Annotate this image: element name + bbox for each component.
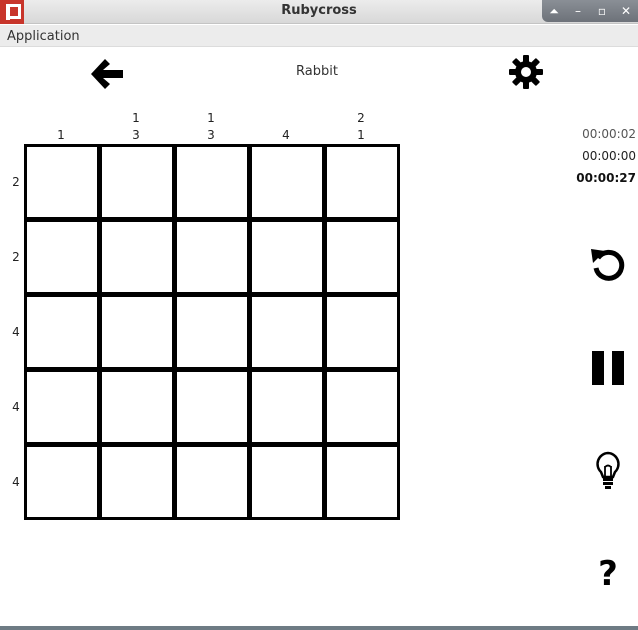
grid-cell[interactable] [327,147,397,217]
row-clue: 2 [12,175,20,189]
row-clue: 4 [12,325,20,339]
clue-number: 3 [207,128,215,142]
grid-cell[interactable] [102,147,172,217]
pause-icon [592,351,624,385]
column-clue: 1 [24,110,98,144]
grid-cell[interactable] [27,297,97,367]
grid-cell[interactable] [327,297,397,367]
clue-number: 2 [357,111,365,125]
grid-cell[interactable] [177,372,247,442]
pause-button[interactable] [586,346,630,390]
timer-secondary: 00:00:00 [582,149,636,163]
clue-number: 1 [132,111,140,125]
hint-button[interactable] [586,448,630,492]
back-button[interactable] [86,54,128,94]
grid-cell[interactable] [252,147,322,217]
column-clue: 1 3 [174,110,248,144]
help-button[interactable]: ? [586,552,630,596]
question-mark-icon: ? [598,554,618,594]
grid-cell[interactable] [102,297,172,367]
row-clue: 4 [12,475,20,489]
grid-cell[interactable] [252,297,322,367]
timer-primary: 00:00:02 [582,127,636,141]
menu-bar: Application [0,25,638,47]
reset-button[interactable] [586,242,630,286]
grid-cell[interactable] [27,372,97,442]
grid-cell[interactable] [177,447,247,517]
grid-cell[interactable] [327,222,397,292]
window-close-button[interactable]: ✕ [617,5,635,17]
column-clue: 1 3 [99,110,173,144]
row-clue: 2 [12,250,20,264]
grid-cell[interactable] [177,147,247,217]
window-bottom-border [0,626,638,630]
undo-icon [591,249,625,281]
grid-cell[interactable] [252,447,322,517]
grid-cell[interactable] [327,447,397,517]
clue-number: 1 [207,111,215,125]
grid-cell[interactable] [27,222,97,292]
menu-application[interactable]: Application [7,29,80,44]
window-shade-button[interactable]: ⏶ [545,5,563,17]
clue-number: 1 [57,128,65,142]
row-clue: 4 [12,400,20,414]
grid-cell[interactable] [102,372,172,442]
window-controls: ⏶ – ▫ ✕ [542,0,638,22]
settings-button[interactable] [506,52,546,92]
column-clue: 2 1 [324,110,398,144]
gear-icon [509,55,543,89]
grid-cell[interactable] [177,222,247,292]
grid-cell[interactable] [327,372,397,442]
clue-number: 3 [132,128,140,142]
puzzle-name: Rabbit [296,64,338,79]
clue-number: 4 [282,128,290,142]
lightbulb-icon [596,451,620,489]
grid-cell[interactable] [252,222,322,292]
window-minimize-button[interactable]: – [569,5,587,17]
grid-cell[interactable] [27,447,97,517]
puzzle-grid [24,144,400,520]
arrow-left-icon [91,59,123,89]
grid-cell[interactable] [252,372,322,442]
title-bar: Rubycross ⏶ – ▫ ✕ [0,0,638,24]
window-maximize-button[interactable]: ▫ [593,5,611,17]
clue-number: 1 [357,128,365,142]
timer-total: 00:00:27 [576,171,636,185]
grid-cell[interactable] [27,147,97,217]
grid-cell[interactable] [102,222,172,292]
grid-cell[interactable] [177,297,247,367]
column-clue: 4 [249,110,323,144]
grid-cell[interactable] [102,447,172,517]
